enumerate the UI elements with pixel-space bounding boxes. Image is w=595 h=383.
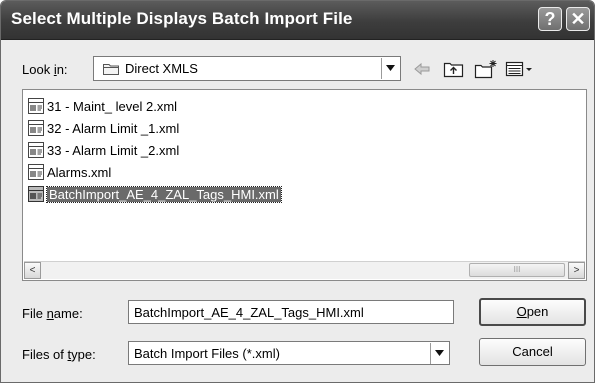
folder-icon <box>103 64 119 75</box>
xml-file-icon <box>28 186 44 202</box>
up-one-level-button[interactable] <box>443 59 465 79</box>
look-in-dropdown-arrow[interactable] <box>381 58 399 79</box>
xml-file-icon <box>28 120 44 136</box>
file-type-label: Files of type: <box>22 347 96 362</box>
file-name: Alarms.xml <box>47 164 112 180</box>
view-menu-icon <box>505 61 532 77</box>
file-item[interactable]: 33 - Alarm Limit _2.xml <box>28 141 179 159</box>
create-new-folder-button[interactable] <box>474 59 498 79</box>
xml-file-icon <box>28 98 44 114</box>
file-list[interactable]: 31 - Maint_ level 2.xml 32 - Alarm Limit… <box>22 89 587 281</box>
look-in-dropdown[interactable]: Direct XMLS <box>93 56 401 81</box>
dialog-title: Select Multiple Displays Batch Import Fi… <box>11 9 353 28</box>
title-bar[interactable]: Select Multiple Displays Batch Import Fi… <box>1 1 594 40</box>
xml-file-icon <box>28 164 44 180</box>
scrollbar-thumb[interactable]: III <box>469 263 565 277</box>
back-icon <box>414 62 430 76</box>
view-menu-button[interactable] <box>505 59 533 79</box>
scroll-right-button[interactable]: > <box>568 262 585 279</box>
file-name-value: BatchImport_AE_4_ZAL_Tags_HMI.xml <box>134 305 364 320</box>
file-name: 31 - Maint_ level 2.xml <box>47 98 178 114</box>
file-type-dropdown-arrow[interactable] <box>430 343 448 364</box>
file-item[interactable]: 31 - Maint_ level 2.xml <box>28 97 177 115</box>
chevron-down-icon <box>386 65 395 71</box>
file-dialog: Select Multiple Displays Batch Import Fi… <box>0 0 595 383</box>
xml-file-icon <box>28 142 44 158</box>
file-item[interactable]: Alarms.xml <box>28 163 111 181</box>
file-type-dropdown[interactable]: Batch Import Files (*.xml) <box>128 341 450 365</box>
file-item[interactable]: 32 - Alarm Limit _1.xml <box>28 119 179 137</box>
help-button[interactable]: ? <box>538 7 562 31</box>
chevron-down-icon <box>435 350 444 356</box>
up-folder-icon <box>443 62 464 78</box>
file-item-selected[interactable]: BatchImport_AE_4_ZAL_Tags_HMI.xml <box>28 185 282 203</box>
open-button[interactable]: Open <box>479 298 586 326</box>
look-in-value: Direct XMLS <box>125 61 198 76</box>
file-name-label: File name: <box>22 306 83 321</box>
cancel-button[interactable]: Cancel <box>479 338 586 366</box>
horizontal-scrollbar[interactable]: < III > <box>24 261 585 279</box>
look-in-label: Look in: <box>22 62 68 77</box>
file-name: 33 - Alarm Limit _2.xml <box>47 142 180 158</box>
new-folder-icon <box>474 60 497 79</box>
back-button[interactable] <box>412 59 432 79</box>
scroll-left-button[interactable]: < <box>24 262 41 279</box>
file-name-input[interactable]: BatchImport_AE_4_ZAL_Tags_HMI.xml <box>128 300 454 324</box>
close-button[interactable]: ✕ <box>566 7 590 31</box>
file-name: BatchImport_AE_4_ZAL_Tags_HMI.xml <box>46 185 282 203</box>
file-type-value: Batch Import Files (*.xml) <box>134 346 280 361</box>
file-name: 32 - Alarm Limit _1.xml <box>47 120 180 136</box>
